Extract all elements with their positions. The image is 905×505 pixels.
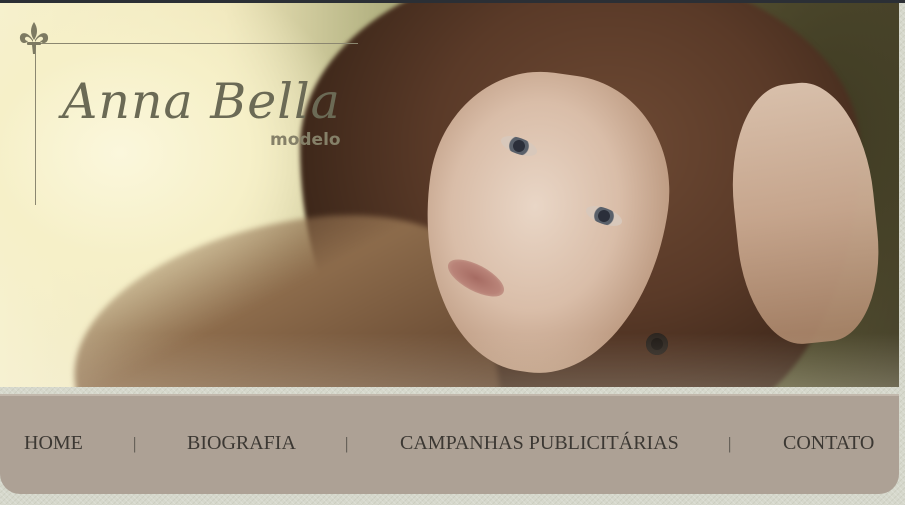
logo-name: Anna Bella xyxy=(62,73,341,130)
nav-separator: | xyxy=(728,434,732,453)
nav-item-campanhas[interactable]: CAMPANHAS PUBLICITÁRIAS xyxy=(400,432,679,455)
nav-item-home[interactable]: HOME xyxy=(24,432,83,455)
nav-item-contato[interactable]: CONTATO xyxy=(783,432,874,455)
nav-separator: | xyxy=(133,434,137,453)
fleur-de-lis-icon xyxy=(19,22,49,54)
hero-banner: Anna Bella modelo xyxy=(0,3,899,387)
logo-frame-left-line xyxy=(35,45,36,205)
nav-item-biografia[interactable]: BIOGRAFIA xyxy=(187,432,296,455)
banner-fade xyxy=(0,333,899,387)
logo-frame-top-line xyxy=(36,43,358,44)
main-navigation: HOME | BIOGRAFIA | CAMPANHAS PUBLICITÁRI… xyxy=(0,394,899,494)
logo-subtitle: modelo xyxy=(270,130,341,150)
nav-separator: | xyxy=(345,434,349,453)
